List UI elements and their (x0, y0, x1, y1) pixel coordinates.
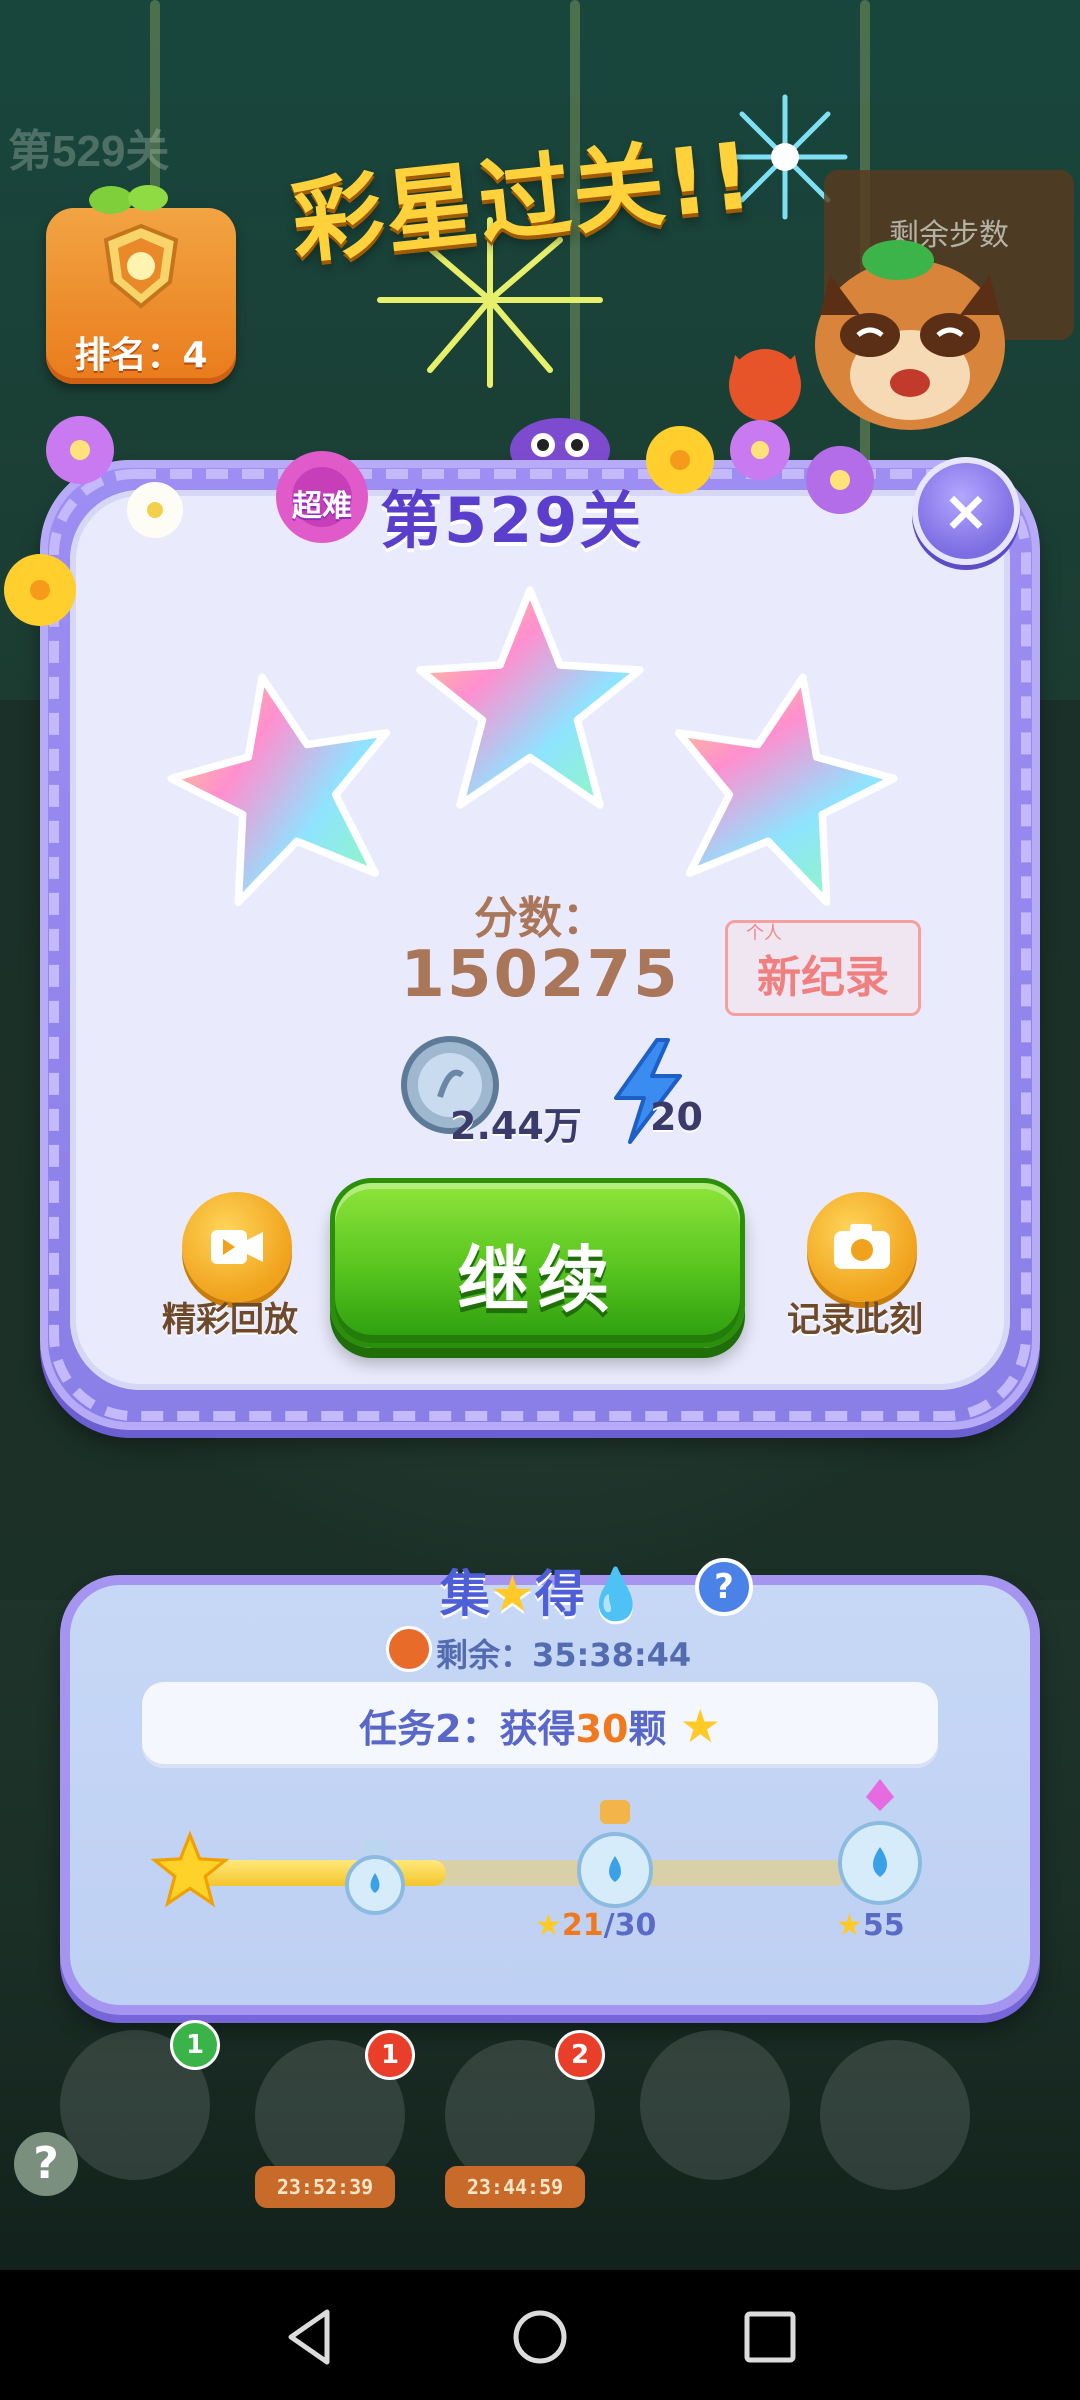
new-record-stamp: 个人 新纪录 (725, 920, 921, 1016)
booster-timer: 23:52:39 (255, 2166, 395, 2208)
record-label: 新纪录 (757, 952, 889, 1003)
flower-decoration (4, 416, 183, 626)
level-cleared-banner: 彩星过关!! (287, 122, 810, 277)
level-title: 第529关 (380, 484, 644, 557)
back-icon[interactable] (275, 2302, 345, 2372)
task-suffix: 颗 (628, 1707, 667, 1751)
star-icon: ★ (836, 1908, 863, 1943)
flower-decoration (646, 420, 874, 514)
clock-icon (386, 1626, 432, 1672)
capture-label: 记录此刻 (787, 1300, 923, 1340)
final-target: ★55 (836, 1908, 905, 1943)
trophy-shield-icon (103, 223, 179, 309)
help-button[interactable]: ? (695, 1558, 753, 1616)
booster-count-badge: 1 (365, 2030, 415, 2080)
collect-title-part1: 集 (440, 1565, 490, 1623)
leaf-decoration (89, 185, 168, 214)
collect-title: 集★得💧 (440, 1554, 647, 1626)
task-box: 任务2：获得30颗 ★ (142, 1682, 938, 1768)
close-icon: × (942, 478, 990, 544)
potion-bottle-icon (577, 1800, 653, 1908)
energy-reward: 20 (650, 1095, 703, 1139)
progress-count: ★21/30 (535, 1908, 656, 1943)
booster-rocket-vertical[interactable] (820, 2040, 970, 2190)
rank-label: 排名：4 (74, 335, 208, 376)
close-button[interactable]: × (912, 457, 1020, 565)
capture-button[interactable]: 记录此刻 (765, 1180, 945, 1360)
video-icon (182, 1192, 292, 1302)
continue-button[interactable]: 继续 (330, 1178, 745, 1348)
help-bubble[interactable]: ? (14, 2132, 78, 2196)
potion-bottle-icon (345, 1839, 405, 1915)
rank-badge[interactable]: 排名：4 (46, 208, 236, 384)
event-timer: 剩余：35:38:44 (436, 1636, 692, 1674)
progress-target: /30 (603, 1908, 657, 1943)
booster-rocket-horizontal[interactable] (640, 2030, 790, 2180)
booster-timer: 23:44:59 (445, 2166, 585, 2208)
coin-reward: 2.44万 (450, 1104, 582, 1148)
booster-count-badge: 2 (555, 2030, 605, 2080)
navigation-bar (0, 2270, 1080, 2400)
collect-title-part2: 得 (534, 1565, 585, 1623)
star-icon: ★ (535, 1908, 562, 1943)
rainbow-star-icon (167, 673, 391, 907)
booster-count-badge: 1 (170, 2020, 220, 2070)
rainbow-star-icon (674, 673, 898, 907)
star-icon: ★ (679, 1699, 721, 1753)
task-prefix: 任务2：获得 (359, 1707, 576, 1751)
camera-icon (807, 1192, 917, 1302)
recents-icon[interactable] (735, 2302, 805, 2372)
final-target-value: 55 (862, 1908, 905, 1943)
continue-label: 继续 (457, 1238, 618, 1322)
booster-clock[interactable]: 1 23:52:39 (255, 2030, 415, 2208)
difficulty-badge: 超难 (262, 447, 382, 547)
banner-title: 彩星过关!! (286, 122, 760, 277)
star-icon (150, 1830, 230, 1908)
booster-shuffle[interactable]: 1 (60, 2020, 220, 2180)
replay-label: 精彩回放 (162, 1300, 298, 1340)
water-drop-icon: 💧 (584, 1565, 648, 1623)
progress-current: 21 (561, 1908, 604, 1943)
booster-owl-swap[interactable]: 2 23:44:59 (445, 2030, 605, 2208)
star-icon: ★ (490, 1565, 535, 1623)
task-count: 30 (575, 1707, 629, 1751)
difficulty-label: 超难 (292, 489, 352, 524)
replay-button[interactable]: 精彩回放 (140, 1180, 320, 1360)
potion-bottle-icon (838, 1779, 922, 1905)
task-text: 任务2：获得30颗 ★ (142, 1698, 938, 1753)
rainbow-star-icon (416, 586, 644, 809)
home-icon[interactable] (505, 2302, 575, 2372)
